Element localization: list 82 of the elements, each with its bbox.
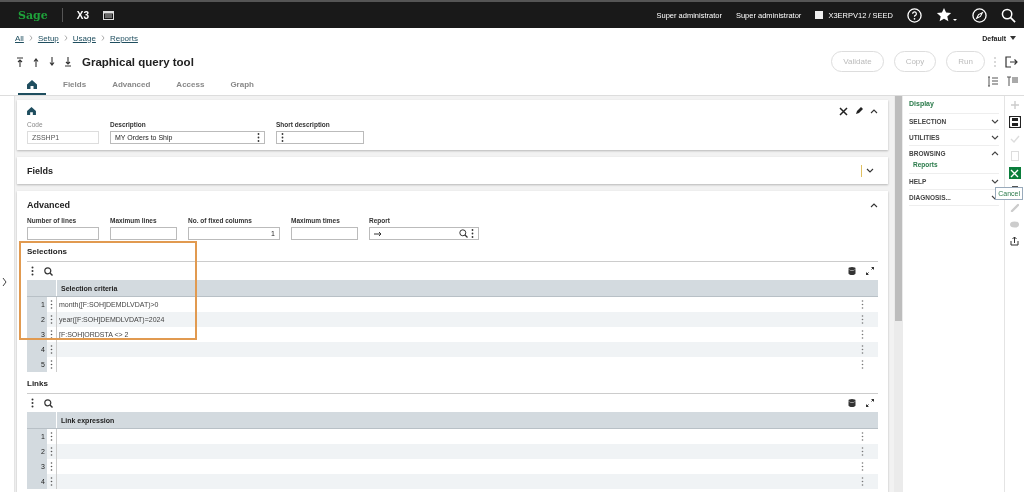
row-menu-icon[interactable] — [861, 300, 864, 309]
row-menu-icon[interactable] — [50, 345, 53, 354]
row-menu-icon[interactable] — [861, 462, 864, 471]
breadcrumb-link[interactable]: Reports — [109, 33, 138, 43]
database-icon[interactable] — [848, 399, 856, 407]
search-icon[interactable] — [44, 266, 53, 276]
row-menu-icon[interactable] — [861, 315, 864, 324]
row-menu-icon[interactable] — [50, 300, 53, 309]
tab[interactable]: Access — [167, 75, 214, 95]
row-menu-icon[interactable] — [861, 432, 864, 441]
row-menu-icon[interactable] — [50, 315, 53, 324]
input-field[interactable] — [110, 227, 177, 240]
share-icon[interactable] — [1008, 235, 1021, 247]
tab[interactable]: Fields — [54, 75, 96, 95]
expand-icon[interactable] — [866, 399, 874, 407]
search-icon[interactable] — [44, 398, 53, 408]
row-menu-icon[interactable] — [50, 432, 53, 441]
row-menu-icon[interactable] — [50, 447, 53, 456]
caret-icon — [1010, 36, 1016, 40]
collapse-icon[interactable] — [870, 202, 878, 208]
grid-title: Links — [27, 379, 878, 394]
chevron-icon — [63, 35, 68, 41]
product-name[interactable]: X3 — [76, 9, 89, 21]
expand-icon[interactable] — [866, 167, 874, 174]
input-field[interactable] — [291, 227, 358, 240]
page-title: Graphical query tool — [82, 55, 194, 68]
search-icon[interactable] — [1001, 7, 1016, 23]
collapse-icon[interactable] — [870, 108, 878, 114]
logo[interactable]: Sage — [18, 8, 48, 22]
tab[interactable]: Graph — [221, 75, 263, 95]
help-icon[interactable] — [907, 7, 922, 23]
chevron-icon — [28, 35, 33, 41]
save-icon[interactable] — [1008, 116, 1021, 128]
expand-panel-icon[interactable] — [0, 277, 9, 286]
row-menu-icon[interactable] — [50, 330, 53, 339]
cancel-button[interactable] — [1008, 167, 1021, 179]
input-field[interactable] — [276, 131, 364, 144]
row-menu-icon[interactable] — [50, 462, 53, 471]
home-icon — [27, 79, 37, 89]
expand-icon[interactable] — [866, 267, 874, 275]
row-menu-icon[interactable] — [861, 360, 864, 369]
expand-icon[interactable] — [991, 179, 999, 184]
row-menu-icon[interactable] — [861, 447, 864, 456]
first-record-icon[interactable] — [16, 56, 24, 67]
tab[interactable]: Advanced — [103, 75, 160, 95]
breadcrumb-link[interactable]: Setup — [37, 33, 59, 43]
section-title[interactable]: Advanced — [27, 200, 70, 210]
database-icon[interactable] — [848, 267, 856, 275]
compass-icon[interactable] — [972, 7, 987, 23]
row-menu-icon[interactable] — [861, 330, 864, 339]
next-record-icon[interactable] — [48, 56, 56, 67]
more-icon[interactable] — [471, 229, 474, 238]
grid-title: Selections — [27, 247, 878, 262]
row-menu-icon[interactable] — [50, 477, 53, 486]
column-settings-icon[interactable] — [988, 75, 999, 87]
grid-menu-icon[interactable] — [31, 398, 36, 408]
check-icon[interactable] — [1008, 133, 1021, 145]
arrow-icon[interactable] — [374, 230, 382, 237]
search-icon[interactable] — [459, 229, 468, 238]
more-icon[interactable] — [257, 133, 260, 142]
input-field[interactable] — [369, 227, 479, 240]
pencil-icon[interactable] — [855, 107, 863, 115]
breadcrumb-link[interactable]: All — [15, 33, 24, 43]
more-icon[interactable] — [281, 133, 284, 142]
previous-record-icon[interactable] — [32, 56, 40, 67]
section-title[interactable]: Fields — [27, 165, 53, 176]
breadcrumb-link[interactable]: Usage — [72, 33, 96, 43]
scrollbar[interactable] — [894, 96, 903, 492]
collapse-icon[interactable] — [991, 151, 999, 156]
row-menu-icon[interactable] — [861, 345, 864, 354]
exit-icon[interactable] — [1005, 55, 1018, 68]
input-field[interactable] — [27, 227, 99, 240]
home-icon — [27, 107, 36, 115]
calendar-icon[interactable] — [103, 10, 114, 20]
row-menu-icon[interactable] — [861, 477, 864, 486]
row-menu-icon[interactable] — [50, 360, 53, 369]
favorites-icon[interactable] — [936, 7, 958, 23]
expand-icon[interactable] — [991, 119, 999, 124]
last-record-icon[interactable] — [64, 56, 72, 67]
chevron-icon — [100, 35, 105, 41]
grid-menu-icon[interactable] — [31, 266, 36, 276]
expand-icon[interactable] — [991, 135, 999, 140]
